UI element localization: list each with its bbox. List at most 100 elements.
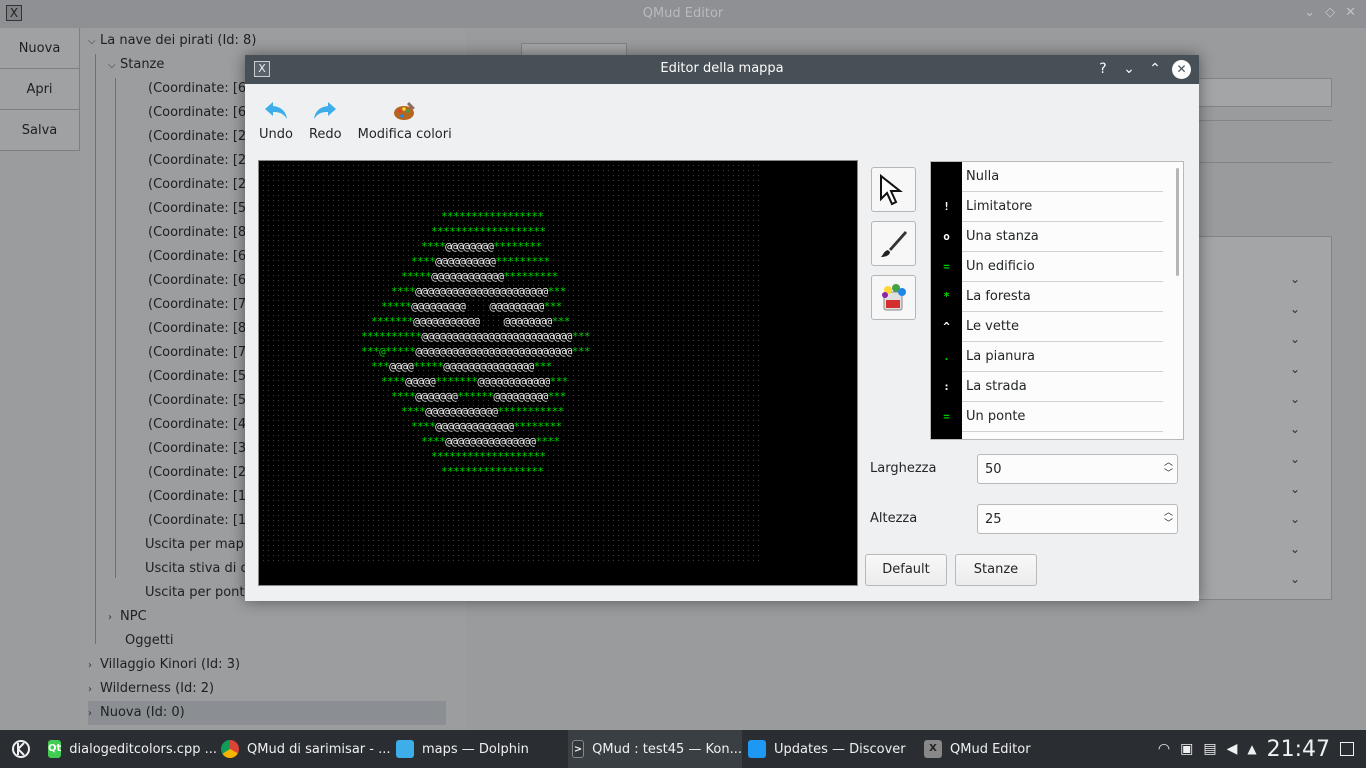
clipboard-icon[interactable]: ▤	[1203, 741, 1216, 757]
tree-item-room[interactable]: (Coordinate: [69	[148, 269, 254, 293]
tree-item-room[interactable]: (Coordinate: [28	[148, 173, 254, 197]
minimize-icon[interactable]: ⌄	[1304, 5, 1315, 20]
kde-launcher-icon[interactable]	[6, 730, 36, 768]
clock[interactable]: 21:47	[1267, 737, 1330, 762]
chevron-down-icon[interactable]: ⌄	[1290, 332, 1300, 346]
chevron-down-icon[interactable]: ⌄	[1290, 542, 1300, 556]
rooms-button[interactable]: Stanze	[955, 554, 1037, 586]
redo-button[interactable]: Redo	[309, 97, 342, 142]
tree-item-room[interactable]: (Coordinate: [19	[148, 485, 254, 509]
tree-item-zone[interactable]: › Wilderness (Id: 2)	[88, 677, 214, 701]
tree-item-objects[interactable]: Oggetti	[125, 629, 174, 653]
open-button[interactable]: Apri	[0, 69, 80, 110]
tray-expand-icon[interactable]: ▲	[1247, 742, 1256, 756]
tree-item-npc[interactable]: › NPC	[108, 605, 147, 629]
symbol-list-item[interactable]: = Un edificio	[931, 252, 1163, 282]
width-spinbox[interactable]: 50 ︿ ﹀	[977, 454, 1178, 484]
save-button[interactable]: Salva	[0, 110, 80, 151]
map-canvas[interactable]: ***************** ******************* ****…	[258, 160, 858, 586]
taskbar-item-qmud-editor[interactable]: X QMud Editor	[924, 730, 1096, 768]
chevron-down-icon[interactable]: ⌵	[108, 54, 120, 78]
updates-icon[interactable]: ▣	[1180, 741, 1193, 757]
chevron-right-icon[interactable]: ›	[108, 606, 120, 630]
tree-item-zone-selected[interactable]: › Nuova (Id: 0)	[88, 701, 446, 725]
tree-item-room[interactable]: (Coordinate: [28	[148, 461, 254, 485]
brush-tool-button[interactable]	[871, 221, 916, 266]
symbol-list-item[interactable]: : La strada	[931, 372, 1163, 402]
select-tool-button[interactable]	[871, 167, 916, 212]
tree-item-room[interactable]: (Coordinate: [77	[148, 293, 254, 317]
tree-item-exit[interactable]: Uscita stiva di ca	[145, 557, 256, 581]
tree-item-room[interactable]: (Coordinate: [70	[148, 341, 254, 365]
show-desktop-icon[interactable]	[1340, 742, 1354, 756]
tree-item-room[interactable]: (Coordinate: [19	[148, 509, 254, 533]
taskbar-item-konsole[interactable]: > QMud : test45 — Kon...	[568, 730, 742, 768]
chevron-down-icon[interactable]: ⌄	[1290, 392, 1300, 406]
minimize-icon[interactable]: ⌄	[1120, 59, 1138, 79]
chevron-down-icon[interactable]: ⌄	[1290, 572, 1300, 586]
chevron-right-icon[interactable]: ›	[88, 678, 100, 702]
tree-item-room[interactable]: (Coordinate: [62	[148, 77, 254, 101]
symbol-list-scrollbar[interactable]	[1175, 168, 1181, 428]
taskbar-item-discover[interactable]: Updates — Discover	[748, 730, 920, 768]
taskbar-item-dolphin[interactable]: maps — Dolphin	[396, 730, 568, 768]
name-field[interactable]	[1196, 78, 1332, 107]
symbol-list-item[interactable]: = Un ponte	[931, 402, 1163, 432]
tree-item-room[interactable]: (Coordinate: [58	[148, 365, 254, 389]
symbol-list-item[interactable]: ! Limitatore	[931, 192, 1163, 222]
symbol-list-item[interactable]: o Una stanza	[931, 222, 1163, 252]
tree-item-zone[interactable]: › Villaggio Kinori (Id: 3)	[88, 653, 240, 677]
height-spinbox[interactable]: 25 ︿ ﹀	[977, 504, 1178, 534]
tree-item-room[interactable]: (Coordinate: [84	[148, 221, 254, 245]
symbol-list[interactable]: Nulla! Limitatore o Una stanza = Un edificio *…	[930, 161, 1184, 440]
undo-button[interactable]: Undo	[259, 97, 293, 142]
symbol-list-item[interactable]: * La foresta	[931, 282, 1163, 312]
close-icon[interactable]: ✕	[1345, 5, 1356, 20]
chevron-down-icon[interactable]: ⌄	[1290, 362, 1300, 376]
wifi-icon[interactable]: ◠	[1158, 741, 1170, 757]
symbol-list-item[interactable]: Nulla	[931, 162, 1163, 192]
tree-item-room[interactable]: (Coordinate: [83	[148, 317, 254, 341]
tree-item-room[interactable]: (Coordinate: [65	[148, 245, 254, 269]
spin-arrows-icon[interactable]: ︿ ﹀	[1164, 458, 1173, 480]
tree-item-room[interactable]: (Coordinate: [22	[148, 125, 254, 149]
tree-item-exit[interactable]: Uscita per mapp	[145, 533, 252, 557]
chevron-right-icon[interactable]: ›	[88, 654, 100, 678]
tree-item-exit[interactable]: Uscita per ponte	[145, 581, 253, 605]
tree-item-room[interactable]: (Coordinate: [52	[148, 389, 254, 413]
chevron-down-icon[interactable]: ⌄	[1290, 512, 1300, 526]
spin-arrows-icon[interactable]: ︿ ﹀	[1164, 508, 1173, 530]
symbol-glyph	[931, 162, 962, 192]
tree-item-room[interactable]: (Coordinate: [35	[148, 437, 254, 461]
symbol-list-item[interactable]: . La pianura	[931, 342, 1163, 372]
chevron-down-icon[interactable]: ⌄	[1290, 422, 1300, 436]
chevron-down-icon[interactable]: ⌄	[1290, 302, 1300, 316]
tree-item-room[interactable]: (Coordinate: [41	[148, 413, 254, 437]
taskbar-item-chrome[interactable]: QMud di sarimisar - ...	[219, 730, 391, 768]
chevron-down-icon[interactable]: ⌄	[1290, 482, 1300, 496]
room-tiles: @@@@@@@@@@	[435, 255, 496, 268]
chevron-right-icon[interactable]: ›	[88, 702, 100, 726]
tree-item-room[interactable]: (Coordinate: [65	[148, 101, 254, 125]
tree-item-stanze[interactable]: ⌵ Stanze	[108, 53, 164, 77]
help-icon[interactable]: ?	[1094, 59, 1112, 79]
tree-item-room[interactable]: (Coordinate: [22	[148, 149, 254, 173]
maximize-icon[interactable]: ◇	[1325, 5, 1335, 20]
taskbar-item-qtcreator[interactable]: Qt dialogeditcolors.cpp ...	[44, 730, 217, 768]
room-tiles: @@@@@@@@	[445, 240, 494, 253]
volume-muted-icon[interactable]: ◀	[1227, 741, 1238, 757]
map-editor-dialog: X Editor della mappa ? ⌄ ⌃ ✕ Undo Redo M…	[245, 55, 1199, 601]
property-list[interactable]	[1196, 236, 1332, 600]
tree-item-root[interactable]: ⌵ La nave dei pirati (Id: 8)	[88, 29, 256, 53]
chevron-down-icon[interactable]: ⌄	[1290, 272, 1300, 286]
close-icon[interactable]: ✕	[1172, 59, 1191, 79]
tree-item-room[interactable]: (Coordinate: [52	[148, 197, 254, 221]
edit-colors-button[interactable]: Modifica colori	[358, 97, 452, 142]
chevron-down-icon[interactable]: ⌄	[1290, 452, 1300, 466]
fill-tool-button[interactable]	[871, 275, 916, 320]
symbol-list-item[interactable]: ^ Le vette	[931, 312, 1163, 342]
default-button[interactable]: Default	[865, 554, 947, 586]
new-button[interactable]: Nuova	[0, 28, 80, 69]
maximize-icon[interactable]: ⌃	[1146, 59, 1164, 79]
chevron-down-icon[interactable]: ⌵	[88, 30, 100, 54]
